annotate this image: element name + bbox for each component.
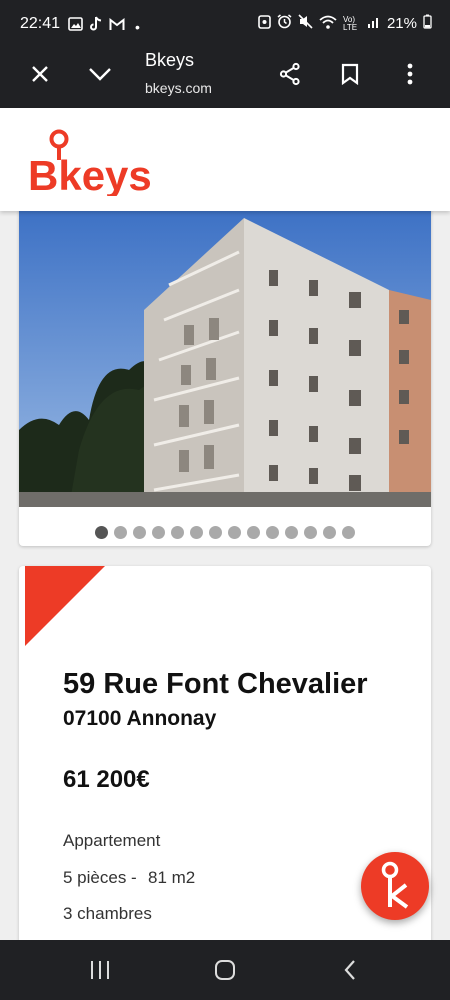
chevron-down-icon[interactable]	[83, 57, 117, 91]
share-icon[interactable]	[273, 57, 307, 91]
gallery-dot[interactable]	[190, 526, 203, 539]
bkeys-logo[interactable]: Bkeys	[28, 128, 153, 201]
close-icon[interactable]	[23, 57, 57, 91]
gallery-dot[interactable]	[266, 526, 279, 539]
gallery-dot[interactable]	[228, 526, 241, 539]
signal-icon	[367, 15, 381, 33]
recent-apps-icon[interactable]	[80, 954, 120, 986]
bookmark-icon[interactable]	[333, 57, 367, 91]
nfc-icon	[258, 14, 271, 33]
key-k-icon	[381, 861, 409, 909]
mute-icon	[298, 14, 313, 33]
more-vert-icon[interactable]	[393, 57, 427, 91]
wifi-icon	[319, 15, 337, 33]
property-rooms: 5 pièces -	[63, 868, 137, 887]
gallery-dots	[19, 526, 431, 539]
back-icon[interactable]	[330, 954, 370, 986]
status-time: 22:41	[20, 15, 61, 32]
notification-dot: •	[135, 18, 140, 35]
gallery-dot[interactable]	[95, 526, 108, 539]
logo-text: Bkeys	[28, 152, 152, 196]
gallery-dot[interactable]	[152, 526, 165, 539]
home-icon[interactable]	[205, 954, 245, 986]
gallery-dot[interactable]	[304, 526, 317, 539]
battery-icon	[423, 14, 432, 33]
system-icons: Vo) LTE 21%	[258, 14, 432, 33]
listing-street: 59 Rue Font Chevalier	[63, 668, 368, 700]
gallery-dot[interactable]	[285, 526, 298, 539]
site-header: Bkeys	[0, 108, 450, 211]
property-type: Appartement	[63, 831, 161, 850]
property-area: 81 m2	[148, 868, 196, 887]
listing-city: 07100 Annonay	[63, 707, 217, 730]
tiktok-icon	[89, 16, 103, 37]
listing-price: 61 200€	[63, 766, 150, 793]
gmail-icon	[109, 17, 125, 36]
status-bar: 22:41 • Vo) LTE 21%	[0, 0, 450, 50]
battery-percent: 21%	[386, 15, 417, 32]
gallery-dot[interactable]	[323, 526, 336, 539]
gallery-dot[interactable]	[342, 526, 355, 539]
gallery-dot[interactable]	[171, 526, 184, 539]
volte-icon: Vo) LTE	[342, 14, 358, 32]
gallery-dot[interactable]	[247, 526, 260, 539]
notification-icons: •	[68, 16, 140, 37]
photo-gallery[interactable]	[19, 200, 431, 546]
alarm-icon	[277, 14, 292, 33]
custom-tab-toolbar: Bkeys bkeys.com	[0, 50, 450, 108]
gallery-dot[interactable]	[209, 526, 222, 539]
gallery-icon	[68, 17, 83, 36]
bkeys-fab-button[interactable]	[361, 852, 429, 920]
page-url[interactable]: bkeys.com	[145, 80, 212, 96]
gallery-dot[interactable]	[133, 526, 146, 539]
gallery-dot[interactable]	[114, 526, 127, 539]
page-title: Bkeys	[145, 50, 195, 70]
system-nav-bar	[0, 940, 450, 1000]
property-bedrooms: 3 chambres	[63, 904, 152, 923]
listing-photo[interactable]	[19, 200, 431, 507]
